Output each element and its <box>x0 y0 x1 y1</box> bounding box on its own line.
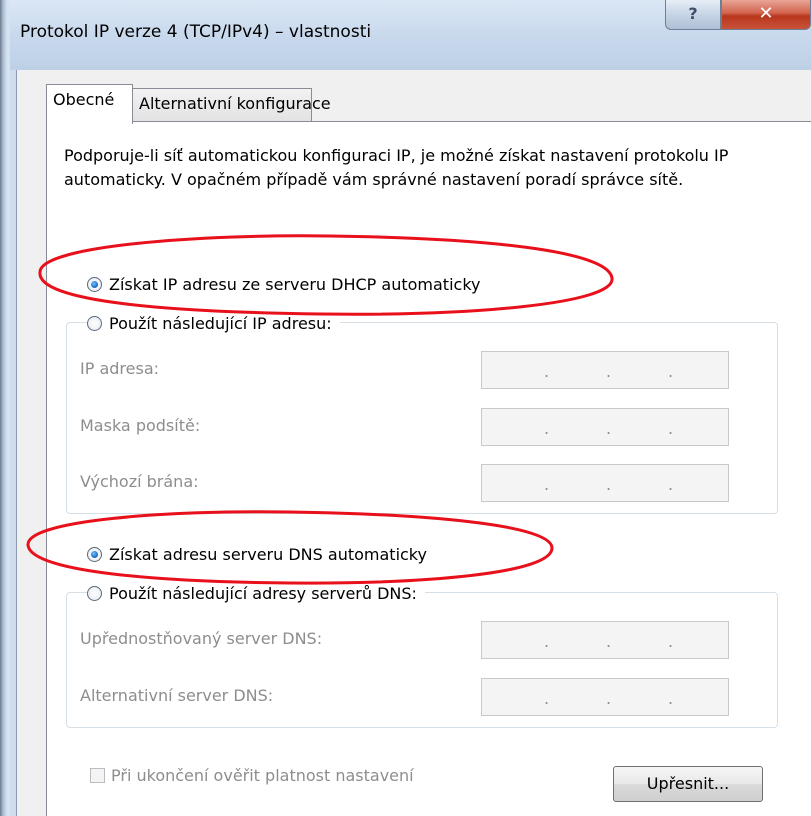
radio-auto-ip[interactable]: Získat IP adresu ze serveru DHCP automat… <box>87 272 489 296</box>
properties-dialog: Protokol IP verze 4 (TCP/IPv4) – vlastno… <box>0 0 811 816</box>
subnet-mask-label: Maska podsítě: <box>80 416 201 435</box>
ip-dot: . <box>606 632 612 651</box>
radio-button-checked[interactable] <box>87 276 102 292</box>
ip-dot: . <box>668 632 674 651</box>
question-mark-icon: ? <box>688 4 698 23</box>
tab-general[interactable]: Obecné <box>46 84 133 124</box>
ip-dot: . <box>668 689 674 708</box>
ip-dot: . <box>544 362 550 381</box>
tab-panel-general: Podporuje-li síť automatickou konfigurac… <box>46 121 811 816</box>
ip-dot: . <box>544 632 550 651</box>
tab-alternative-configuration[interactable]: Alternativní konfigurace <box>132 88 331 121</box>
radio-manual-ip[interactable]: Použít následující IP adresu: <box>87 311 340 335</box>
title-bar[interactable]: Protokol IP verze 4 (TCP/IPv4) – vlastno… <box>10 0 811 70</box>
close-button[interactable]: ✕ <box>721 0 811 30</box>
close-icon: ✕ <box>758 3 774 24</box>
ip-dot: . <box>668 419 674 438</box>
dialog-body: Alternativní konfigurace Obecné Podporuj… <box>16 70 811 816</box>
ip-address-field: . . . <box>481 351 729 389</box>
window-title: Protokol IP verze 4 (TCP/IPv4) – vlastno… <box>20 22 372 42</box>
radio-button-unchecked[interactable] <box>87 315 102 331</box>
intro-text: Podporuje-li síť automatickou konfigurac… <box>64 146 729 189</box>
radio-button-unchecked[interactable] <box>87 585 102 601</box>
validate-settings-checkbox[interactable]: Při ukončení ověřit platnost nastavení <box>90 766 414 785</box>
radio-manual-ip-label: Použít následující IP adresu: <box>109 313 332 333</box>
subnet-mask-field: . . . <box>481 408 729 446</box>
radio-auto-ip-label: Získat IP adresu ze serveru DHCP automat… <box>109 274 481 294</box>
default-gateway-field: . . . <box>481 464 729 502</box>
ip-dot: . <box>544 419 550 438</box>
radio-auto-dns-label: Získat adresu serveru DNS automaticky <box>109 544 427 564</box>
ip-address-label: IP adresa: <box>80 359 160 378</box>
alternate-dns-field: . . . <box>481 678 729 716</box>
preferred-dns-label: Upřednostňovaný server DNS: <box>80 629 323 648</box>
ip-dot: . <box>668 475 674 494</box>
advanced-button[interactable]: Upřesnit... <box>613 766 763 802</box>
radio-manual-dns[interactable]: Použít následující adresy serverů DNS: <box>87 581 425 605</box>
ip-dot: . <box>606 419 612 438</box>
radio-button-checked[interactable] <box>87 546 102 562</box>
alternate-dns-label: Alternativní server DNS: <box>80 686 274 705</box>
ip-dot: . <box>606 689 612 708</box>
radio-manual-dns-label: Použít následující adresy serverů DNS: <box>109 583 417 603</box>
help-button[interactable]: ? <box>665 0 721 30</box>
checkbox-unchecked[interactable] <box>90 768 105 783</box>
window-left-edge <box>0 0 10 816</box>
ip-dot: . <box>606 362 612 381</box>
ip-dot: . <box>544 689 550 708</box>
validate-settings-label: Při ukončení ověřit platnost nastavení <box>111 766 414 785</box>
preferred-dns-field: . . . <box>481 621 729 659</box>
ip-dot: . <box>544 475 550 494</box>
ip-dot: . <box>668 362 674 381</box>
ip-dot: . <box>606 475 612 494</box>
radio-auto-dns[interactable]: Získat adresu serveru DNS automaticky <box>87 542 435 566</box>
default-gateway-label: Výchozí brána: <box>80 472 199 491</box>
